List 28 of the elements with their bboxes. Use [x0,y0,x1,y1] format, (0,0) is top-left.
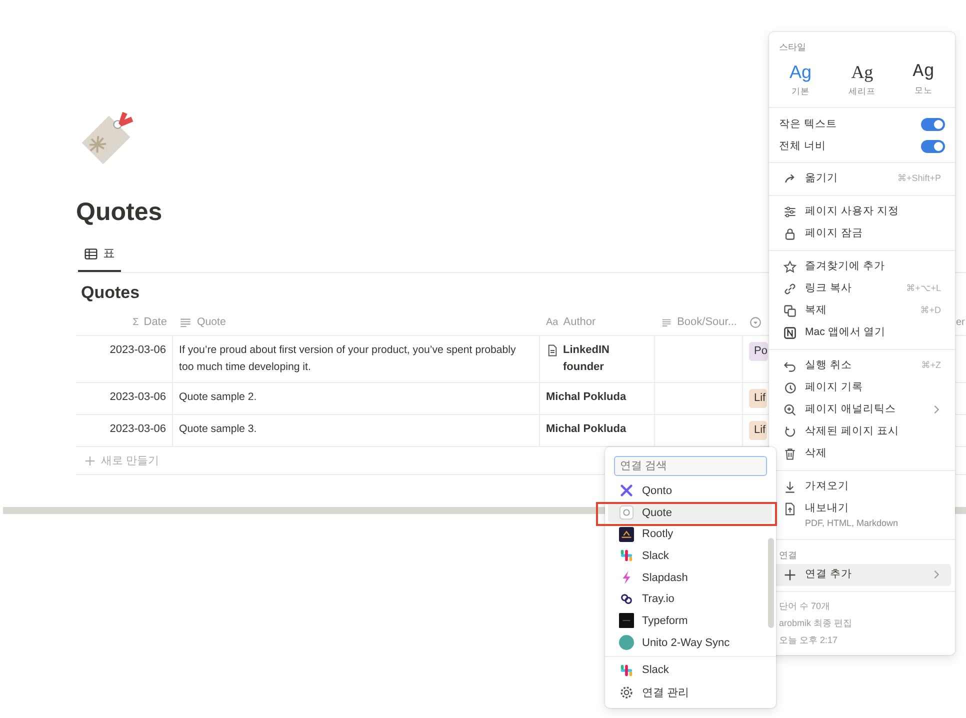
date-cell: 2023-03-06 [76,415,173,446]
quote-cell: Quote sample 2. [173,383,540,414]
toggle-label: 작은 텍스트 [779,117,837,131]
column-label: Date [144,316,167,328]
database-title: Quotes [81,283,140,303]
aa-icon: Aa [546,316,558,328]
tag: Lif [749,389,767,408]
author-name: Michal Pokluda [546,390,626,405]
quote-cell: Quote sample 3. [173,415,540,446]
date-cell: 2023-03-06 [76,336,173,382]
date-cell: 2023-03-06 [76,383,173,414]
author-name: LinkedIN founder [563,343,610,375]
page-info-text: 오늘 오후 2:17 [778,634,839,647]
section-label: 스타일 [778,41,807,54]
page-info-text: 단어 수 70개 [778,600,832,613]
sigma-icon: Σ [132,316,139,328]
author-name: Michal Pokluda [546,422,626,437]
quote-cell: If you’re proud about first version of your product, you’ve spent probably too much time developing it. [173,336,540,382]
section-label: 연결 [778,549,798,562]
page-title: Quotes [76,198,162,227]
tag: Lif [749,421,767,440]
column-label: er [956,316,965,328]
page-info-text: arobmik 최종 편집 [778,617,854,630]
column-label: Quote [197,316,226,328]
tag: Po [749,342,768,361]
toggle-label: 전체 너비 [779,139,826,153]
column-label: Author [563,316,596,328]
column-label: Book/Sour... [677,316,737,328]
